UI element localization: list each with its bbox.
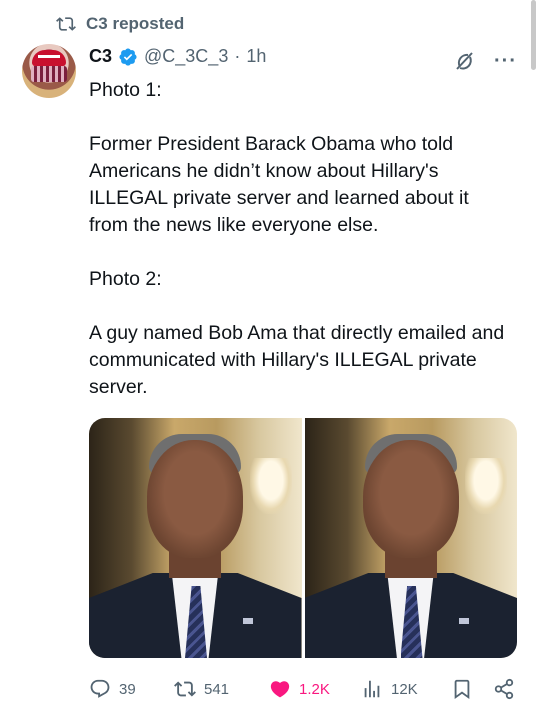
author-handle[interactable]: @C_3C_3 — [144, 46, 228, 67]
action-bar: 39 541 1.2K 12K — [89, 675, 519, 703]
bookmark-icon[interactable] — [451, 678, 473, 700]
photo-1[interactable] — [89, 418, 302, 658]
tweet-paragraph: Photo 1: — [89, 79, 162, 101]
repost-count: 541 — [204, 680, 230, 698]
repost-icon — [174, 681, 196, 697]
verified-badge-icon — [119, 47, 137, 66]
reply-icon — [90, 679, 110, 698]
views-icon — [364, 680, 380, 698]
tweet-paragraph: Former President Barack Obama who told A… — [89, 133, 469, 236]
grok-icon[interactable] — [452, 49, 476, 73]
photo-2[interactable] — [304, 418, 517, 658]
repost-icon — [56, 17, 76, 31]
separator: · — [234, 46, 241, 66]
timestamp[interactable]: 1h — [246, 46, 266, 67]
like-count: 1.2K — [299, 680, 330, 698]
views-button[interactable]: 12K — [361, 675, 418, 703]
like-button[interactable]: 1.2K — [269, 675, 330, 703]
reply-button[interactable]: 39 — [89, 675, 136, 703]
more-options-icon[interactable]: ··· — [494, 51, 517, 71]
tweet-paragraph: Photo 2: — [89, 268, 162, 290]
repost-button[interactable]: 541 — [174, 675, 229, 703]
view-count: 12K — [391, 680, 418, 698]
author-name[interactable]: C3 — [89, 46, 112, 67]
tweet-paragraph: A guy named Bob Ama that directly emaile… — [89, 322, 505, 398]
avatar[interactable] — [22, 44, 76, 98]
scrollbar[interactable] — [531, 0, 536, 70]
share-icon[interactable] — [493, 678, 515, 700]
media-grid — [89, 418, 517, 658]
repost-label[interactable]: C3 reposted — [86, 14, 184, 34]
reply-count: 39 — [119, 680, 136, 698]
heart-icon — [270, 681, 290, 698]
tweet-text: Photo 1: Former President Barack Obama w… — [89, 77, 509, 401]
tweet-header: C3 @C_3C_3 · 1h — [89, 46, 266, 67]
repost-indicator: C3 reposted — [56, 14, 184, 34]
